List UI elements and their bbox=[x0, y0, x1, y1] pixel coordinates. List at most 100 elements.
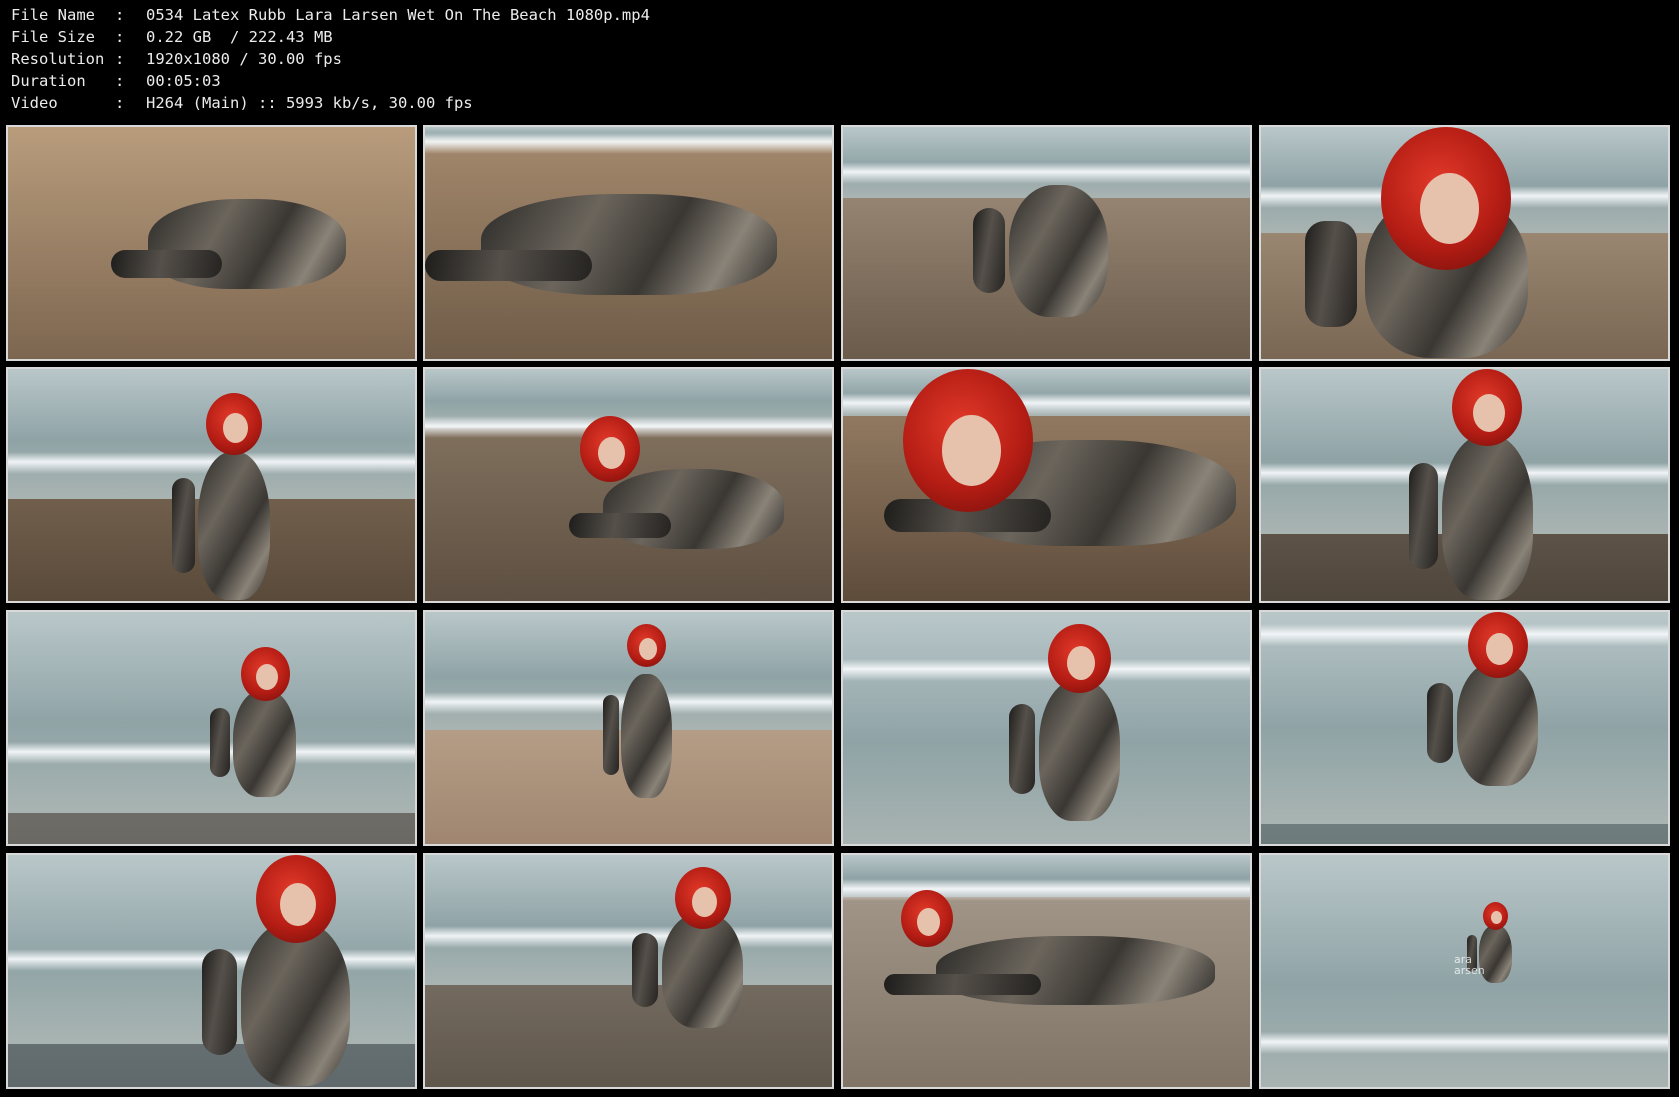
person-figure bbox=[884, 369, 1250, 601]
frame-image bbox=[425, 855, 832, 1087]
latex-limb bbox=[202, 949, 237, 1055]
resolution-label: Resolution bbox=[11, 50, 105, 68]
latex-limb bbox=[1305, 221, 1357, 327]
face bbox=[917, 908, 940, 936]
latex-body bbox=[198, 452, 270, 600]
latex-limb bbox=[172, 478, 195, 573]
frame-image bbox=[843, 369, 1250, 601]
thumbnail-grid: ara arsen bbox=[3, 125, 1676, 1095]
duration-separator: : bbox=[115, 72, 125, 90]
file-size-label: File Size bbox=[11, 28, 95, 46]
frame-image bbox=[8, 369, 415, 601]
person-figure bbox=[1405, 612, 1590, 789]
latex-body bbox=[1457, 662, 1538, 786]
thumbnail-frame[interactable] bbox=[1259, 125, 1670, 361]
person-figure bbox=[946, 132, 1172, 321]
duration-label: Duration bbox=[11, 72, 86, 90]
person-figure bbox=[425, 127, 795, 351]
face bbox=[942, 415, 1001, 486]
resolution-value: 1920x1080 / 30.00 fps bbox=[146, 50, 342, 68]
person-figure bbox=[569, 416, 795, 593]
face bbox=[256, 664, 278, 690]
thumbnail-frame[interactable] bbox=[423, 610, 834, 846]
person-figure bbox=[610, 867, 795, 1032]
frame-image bbox=[425, 127, 832, 359]
person-figure bbox=[111, 139, 358, 340]
thumbnail-frame[interactable] bbox=[1259, 610, 1670, 846]
latex-limb bbox=[973, 208, 1005, 293]
thumbnail-frame[interactable] bbox=[841, 853, 1252, 1089]
latex-limb bbox=[210, 708, 230, 777]
thumbnail-frame[interactable] bbox=[6, 610, 417, 846]
thumbnail-frame[interactable] bbox=[6, 367, 417, 603]
face bbox=[598, 437, 625, 469]
face bbox=[1486, 633, 1513, 665]
thumbnail-frame[interactable] bbox=[841, 367, 1252, 603]
thumbnail-frame[interactable] bbox=[423, 853, 834, 1089]
thumbnail-frame[interactable] bbox=[423, 367, 834, 603]
resolution-separator: : bbox=[115, 50, 125, 68]
face bbox=[639, 638, 657, 660]
video-separator: : bbox=[115, 94, 125, 112]
latex-limb bbox=[1009, 704, 1035, 794]
person-figure bbox=[172, 855, 415, 1087]
latex-limb bbox=[425, 250, 592, 281]
latex-limb bbox=[632, 933, 658, 1007]
file-name-separator: : bbox=[115, 6, 125, 24]
frame-image bbox=[1261, 612, 1668, 844]
face bbox=[280, 883, 316, 926]
person-figure bbox=[589, 624, 704, 801]
thumbnail-frame[interactable] bbox=[423, 125, 834, 361]
wave-foam bbox=[1261, 1032, 1668, 1054]
person-figure bbox=[987, 624, 1172, 825]
latex-limb bbox=[884, 974, 1041, 995]
latex-limb bbox=[111, 250, 222, 278]
file-name-label: File Name bbox=[11, 6, 95, 24]
frame-image bbox=[8, 127, 415, 359]
person-figure bbox=[1384, 369, 1590, 601]
file-size-row: File Size : 0.22 GB / 222.43 MB bbox=[11, 26, 333, 48]
frame-image bbox=[843, 127, 1250, 359]
watermark-logo: ara arsen bbox=[1454, 953, 1485, 977]
frame-image bbox=[425, 612, 832, 844]
video-value: H264 (Main) :: 5993 kb/s, 30.00 fps bbox=[146, 94, 473, 112]
face bbox=[1491, 911, 1502, 924]
file-name-row: File Name : 0534 Latex Rubb Lara Larsen … bbox=[11, 4, 650, 26]
frame-image bbox=[8, 855, 415, 1087]
video-label: Video bbox=[11, 94, 58, 112]
file-info-header: File Name : 0534 Latex Rubb Lara Larsen … bbox=[0, 0, 1679, 122]
thumbnail-frame[interactable] bbox=[1259, 367, 1670, 603]
latex-body bbox=[1009, 185, 1108, 317]
video-row: Video : H264 (Main) :: 5993 kb/s, 30.00 … bbox=[11, 92, 473, 114]
thumbnail-frame[interactable] bbox=[841, 125, 1252, 361]
latex-limb bbox=[569, 513, 671, 538]
latex-limb bbox=[603, 695, 619, 775]
frame-image: ara arsen bbox=[1261, 855, 1668, 1087]
face bbox=[1420, 173, 1479, 244]
person-figure bbox=[884, 890, 1233, 1043]
latex-body bbox=[662, 913, 743, 1028]
duration-value: 00:05:03 bbox=[146, 72, 221, 90]
thumbnail-frame[interactable] bbox=[6, 853, 417, 1089]
latex-limb bbox=[1427, 683, 1453, 763]
frame-image bbox=[1261, 369, 1668, 601]
file-name-value: 0534 Latex Rubb Lara Larsen Wet On The B… bbox=[146, 6, 650, 24]
face bbox=[223, 413, 248, 443]
latex-body bbox=[1442, 435, 1533, 600]
duration-row: Duration : 00:05:03 bbox=[11, 70, 221, 92]
person-figure bbox=[152, 393, 316, 601]
person-figure bbox=[1261, 127, 1631, 359]
thumbnail-frame[interactable]: ara arsen bbox=[1259, 853, 1670, 1089]
thumbnail-frame[interactable] bbox=[6, 125, 417, 361]
latex-body bbox=[621, 674, 672, 798]
latex-limb bbox=[1409, 463, 1438, 569]
person-figure bbox=[193, 647, 337, 800]
face bbox=[1067, 646, 1095, 680]
frame-image bbox=[843, 855, 1250, 1087]
latex-body bbox=[1039, 680, 1120, 821]
thumbnail-frame[interactable] bbox=[841, 610, 1252, 846]
frame-image bbox=[843, 612, 1250, 844]
frame-image bbox=[1261, 127, 1668, 359]
face bbox=[692, 887, 717, 917]
file-size-separator: : bbox=[115, 28, 125, 46]
